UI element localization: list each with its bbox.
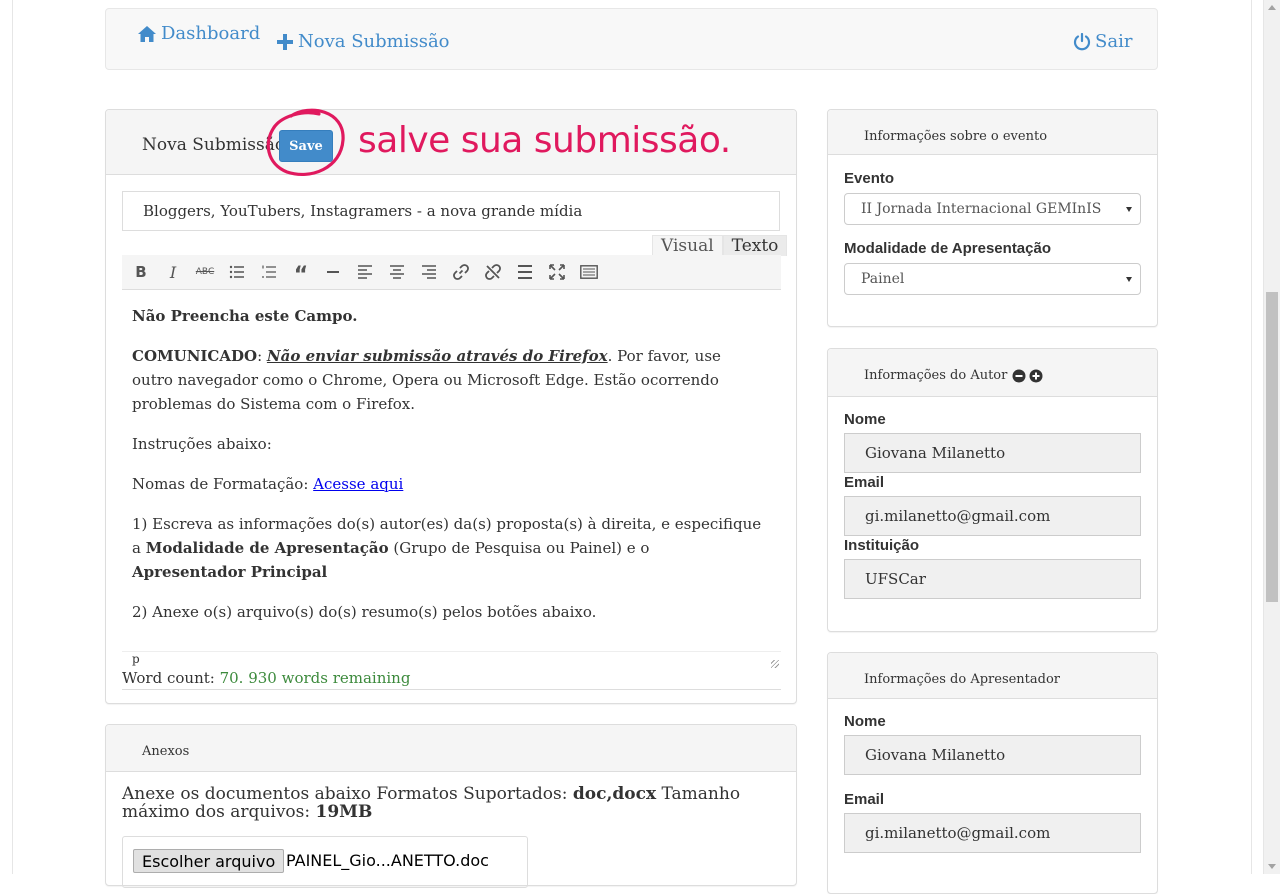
evento-panel-heading: Informações sobre o evento (828, 110, 1157, 155)
unlink-icon[interactable] (482, 261, 504, 283)
link-icon[interactable] (450, 261, 472, 283)
firefox-warning: Não enviar submissão através do Firefox (266, 347, 608, 365)
apresentador-email-input[interactable] (844, 813, 1141, 853)
evento-title: Informações sobre o evento (864, 129, 1048, 144)
evento-panel: Informações sobre o evento Evento II Jor… (827, 109, 1158, 327)
apresentador-panel-heading: Informações do Apresentador (828, 653, 1157, 699)
nav-dashboard-label: Dashboard (161, 23, 261, 44)
autor-email-label: Email (844, 474, 885, 491)
editor-tabs: Visual Texto (652, 235, 788, 256)
modalidade-label: Modalidade de Apresentação (844, 240, 1051, 257)
chevron-down-icon (1126, 207, 1132, 212)
anexos-formats: doc,docx (572, 784, 657, 804)
autor-panel: Informações do Autor Nome Email Institui… (827, 348, 1158, 632)
anexos-panel-heading: Anexos (106, 725, 796, 772)
autor-title-wrap: Informações do Autor (864, 368, 1043, 383)
numbered-list-icon[interactable] (258, 261, 280, 283)
nav-dashboard-link[interactable]: Dashboard (137, 23, 260, 44)
autor-title: Informações do Autor (864, 368, 1008, 383)
anexos-panel: Anexos Anexe os documentos abaixo Format… (105, 724, 797, 888)
apresentador-nome-input[interactable] (844, 735, 1141, 775)
acesse-aqui-link[interactable]: Acesse aqui (313, 475, 403, 493)
instruction-1-middle: (Grupo de Pesquisa ou Painel) e o (388, 539, 650, 557)
apresentador-panel: Informações do Apresentador Nome Email (827, 652, 1158, 894)
save-button[interactable]: Save (279, 130, 333, 162)
tab-visual[interactable]: Visual (652, 235, 723, 256)
align-left-icon[interactable] (354, 261, 376, 283)
submission-panel: Nova Submissão Save salve sua submissão.… (105, 108, 797, 704)
file-upload: Escolher arquivo PAINEL_Gio...ANETTO.doc (122, 836, 528, 888)
autor-nome-input[interactable] (844, 433, 1141, 473)
read-more-icon[interactable] (514, 261, 536, 283)
bold-icon[interactable]: B (130, 261, 152, 283)
apresentador-nome-label: Nome (844, 713, 886, 730)
modalidade-select[interactable]: Painel (844, 263, 1141, 295)
choose-file-button[interactable]: Escolher arquivo (133, 849, 285, 873)
bullet-list-icon[interactable] (226, 261, 248, 283)
apresentador-title: Informações do Apresentador (864, 672, 1061, 687)
blockquote-icon[interactable]: “ (290, 261, 312, 287)
instruction-1-modalidade: Modalidade de Apresentação (145, 539, 389, 557)
anexos-description: Anexe os documentos abaixo Formatos Supo… (122, 785, 782, 821)
apresentador-email-label: Email (844, 791, 885, 808)
power-icon (1073, 32, 1091, 50)
plus-icon (277, 33, 293, 50)
word-count: Word count: 70. 930 words remaining (122, 669, 781, 690)
nav-sair-link[interactable]: Sair (1073, 31, 1132, 52)
editor-path: p (132, 652, 140, 666)
comunicado-colon: : (257, 347, 267, 365)
top-navbar: Dashboard Nova Submissão Sair (105, 8, 1158, 70)
remove-author-icon[interactable] (1012, 369, 1026, 383)
submission-title: Nova Submissão (142, 135, 286, 155)
vertical-scrollbar[interactable] (1263, 0, 1280, 874)
tab-texto[interactable]: Texto (722, 235, 788, 256)
strikethrough-icon[interactable]: ABC (194, 261, 216, 283)
autor-nome-label: Nome (844, 411, 886, 428)
resize-handle-icon[interactable] (771, 660, 779, 668)
chosen-file-name: PAINEL_Gio...ANETTO.doc (286, 851, 489, 870)
comunicado-label: COMUNICADO (132, 347, 258, 365)
add-author-icon[interactable] (1029, 369, 1043, 383)
scroll-down-icon[interactable] (1268, 864, 1276, 869)
scroll-up-icon[interactable] (1268, 5, 1276, 10)
nav-nova-submissao-label: Nova Submissão (298, 31, 450, 52)
instruction-2-text: 2) Anexe o(s) arquivo(s) do(s) resumo(s)… (132, 603, 597, 621)
evento-select[interactable]: II Jornada Internacional GEMInIS (844, 193, 1141, 225)
autor-email-input[interactable] (844, 496, 1141, 536)
evento-label: Evento (844, 170, 895, 187)
content-warning: Não Preencha este Campo. (132, 307, 358, 325)
editor-toolbar: B I ABC “ (122, 255, 781, 290)
anexos-text-a: Anexe os documentos abaixo Formatos Supo… (122, 784, 573, 804)
autor-instituicao-label: Instituição (844, 537, 920, 554)
word-count-value: 70. 930 words remaining (219, 669, 411, 687)
submission-panel-heading: Nova Submissão Save salve sua submissão. (106, 108, 796, 177)
horizontal-rule-icon[interactable] (322, 261, 344, 283)
italic-icon[interactable]: I (162, 261, 184, 283)
word-count-label: Word count: (122, 669, 220, 687)
instrucoes-heading: Instruções abaixo: (132, 435, 272, 453)
chevron-down-icon (1126, 277, 1132, 282)
anexos-max-size: 19MB (315, 802, 373, 822)
nav-nova-submissao-link[interactable]: Nova Submissão (276, 31, 450, 52)
autor-instituicao-input[interactable] (844, 559, 1141, 599)
anexos-title: Anexos (142, 744, 190, 759)
nav-sair-label: Sair (1095, 31, 1133, 52)
instruction-1-apresentador: Apresentador Principal (132, 563, 328, 581)
formatacao-label: Nomas de Formatação: (132, 475, 314, 493)
editor-path-bar: p (122, 651, 781, 670)
modalidade-select-value: Painel (861, 271, 905, 287)
annotation-text: salve sua submissão. (358, 120, 731, 161)
toolbar-toggle-icon[interactable] (578, 261, 600, 283)
autor-panel-heading: Informações do Autor (828, 349, 1157, 397)
scrollbar-thumb[interactable] (1266, 292, 1278, 602)
fullscreen-icon[interactable] (546, 261, 568, 283)
align-center-icon[interactable] (386, 261, 408, 283)
home-icon (138, 25, 156, 42)
submission-title-input[interactable] (122, 191, 780, 231)
evento-select-value: II Jornada Internacional GEMInIS (861, 201, 1102, 217)
align-right-icon[interactable] (418, 261, 440, 283)
editor-content[interactable]: Não Preencha este Campo. COMUNICADO: Não… (132, 304, 762, 640)
